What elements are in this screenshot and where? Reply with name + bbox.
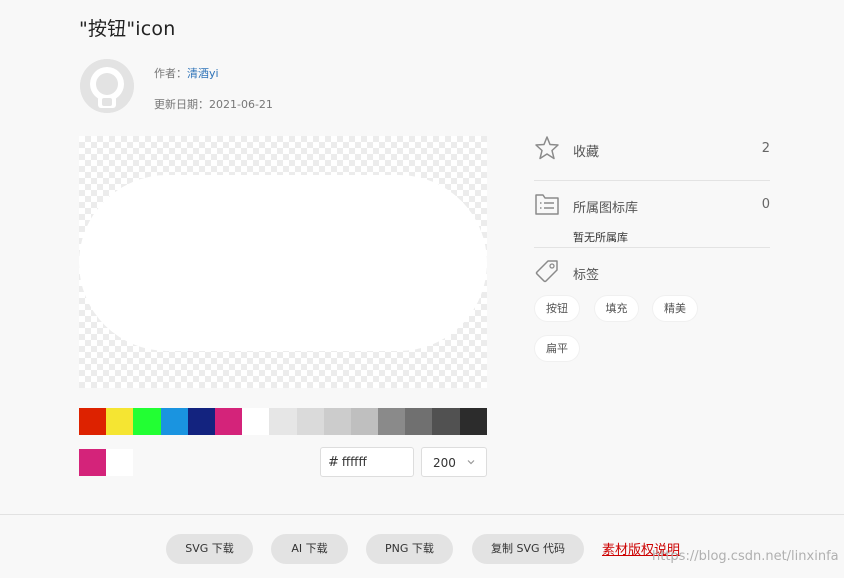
button-shape-preview bbox=[79, 175, 487, 351]
color-swatch[interactable] bbox=[187, 408, 215, 435]
tag-item[interactable]: 按钮 bbox=[534, 295, 580, 322]
folder-list-icon bbox=[535, 194, 559, 215]
footer-divider bbox=[0, 514, 844, 515]
chevron-down-icon bbox=[467, 460, 475, 465]
color-swatch[interactable] bbox=[214, 408, 243, 435]
color-swatch[interactable] bbox=[323, 408, 351, 435]
no-library-text: 暂无所属库 bbox=[573, 231, 628, 244]
author-label: 作者： bbox=[154, 67, 187, 80]
size-select[interactable]: 200 bbox=[421, 447, 487, 477]
color-swatch[interactable] bbox=[269, 408, 297, 435]
tag-item[interactable]: 扁平 bbox=[534, 335, 580, 362]
avatar-icon bbox=[80, 59, 134, 113]
favorite-label: 收藏 bbox=[573, 145, 600, 160]
color-swatch[interactable] bbox=[459, 408, 487, 435]
color-swatch[interactable] bbox=[405, 408, 433, 435]
current-color-swatch[interactable] bbox=[106, 449, 133, 476]
color-swatch[interactable] bbox=[350, 408, 379, 435]
color-swatch[interactable] bbox=[133, 408, 161, 435]
tag-item[interactable]: 填充 bbox=[594, 295, 639, 322]
library-count: 0 bbox=[761, 197, 770, 212]
sidebar-divider bbox=[534, 180, 770, 181]
ai-download-button[interactable]: AI 下载 bbox=[271, 534, 348, 564]
date-label: 更新日期： bbox=[154, 98, 209, 111]
color-swatch[interactable] bbox=[242, 408, 270, 435]
author-line: 作者：清酒yi bbox=[154, 65, 219, 81]
tags-header: 标签 bbox=[534, 259, 770, 287]
svg-download-button[interactable]: SVG 下载 bbox=[166, 534, 253, 564]
date-value: 2021-06-21 bbox=[209, 98, 273, 111]
hex-value: ffffff bbox=[341, 455, 367, 469]
png-download-button[interactable]: PNG 下载 bbox=[366, 534, 453, 564]
favorite-row[interactable]: 收藏 2 bbox=[534, 135, 770, 163]
sidebar-divider bbox=[534, 247, 770, 248]
color-swatch[interactable] bbox=[296, 408, 324, 435]
color-swatch[interactable] bbox=[378, 408, 406, 435]
library-row[interactable]: 所属图标库 0 bbox=[534, 191, 770, 219]
current-color-swatch[interactable] bbox=[79, 449, 106, 476]
hash-symbol: # bbox=[328, 455, 339, 470]
copy-svg-code-button[interactable]: 复制 SVG 代码 bbox=[472, 534, 584, 564]
page-title: "按钮"icon bbox=[79, 18, 176, 40]
favorite-count: 2 bbox=[761, 141, 770, 156]
color-swatch[interactable] bbox=[160, 408, 188, 435]
star-icon bbox=[535, 136, 559, 160]
color-swatch[interactable] bbox=[79, 408, 107, 435]
color-palette bbox=[79, 408, 487, 435]
icon-preview bbox=[79, 136, 487, 388]
author-link[interactable]: 清酒yi bbox=[187, 67, 219, 80]
color-swatch[interactable] bbox=[432, 408, 460, 435]
library-label: 所属图标库 bbox=[573, 201, 639, 216]
author-avatar[interactable] bbox=[80, 59, 134, 113]
tag-item[interactable]: 精美 bbox=[652, 295, 698, 322]
size-value: 200 bbox=[433, 456, 456, 470]
hex-color-input[interactable]: # ffffff bbox=[320, 447, 414, 477]
date-line: 更新日期：2021-06-21 bbox=[154, 96, 273, 112]
current-colors bbox=[79, 449, 133, 476]
tag-icon bbox=[535, 260, 558, 283]
tags-label: 标签 bbox=[573, 268, 600, 283]
color-swatch[interactable] bbox=[106, 408, 134, 435]
watermark: https://blog.csdn.net/linxinfa bbox=[652, 549, 839, 564]
